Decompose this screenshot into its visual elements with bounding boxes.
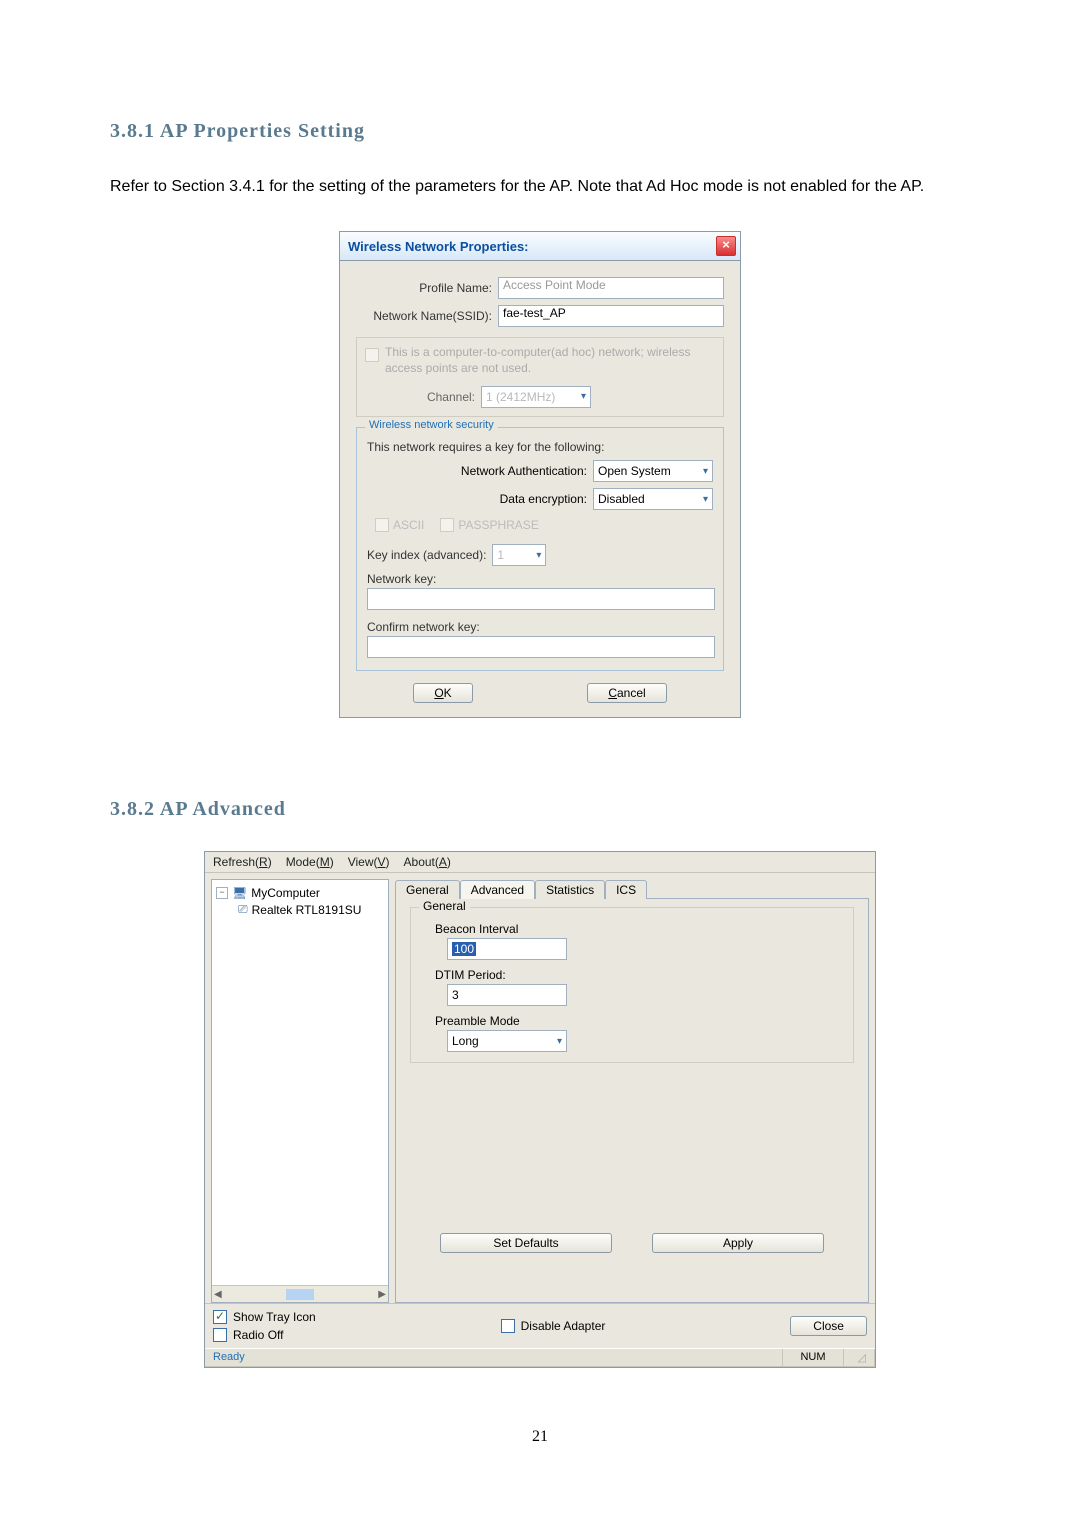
channel-select: 1 (2412MHz) ▾ <box>481 386 591 408</box>
apply-button[interactable]: Apply <box>652 1233 824 1253</box>
dtim-period-value: 3 <box>452 988 459 1002</box>
computer-icon: 🖥 <box>232 886 247 900</box>
ssid-input[interactable]: fae-test_AP <box>498 305 724 327</box>
close-button[interactable]: Close <box>790 1316 867 1336</box>
tab-ics[interactable]: ICS <box>605 880 647 899</box>
ascii-label: ASCII <box>393 518 424 532</box>
bottom-strip: ✓ Show Tray Icon Radio Off Disable Adapt… <box>205 1303 875 1348</box>
beacon-interval-input[interactable]: 100 <box>447 938 567 960</box>
radio-off-label: Radio Off <box>233 1328 283 1342</box>
scroll-left-icon[interactable]: ◀ <box>214 1289 222 1300</box>
ascii-checkbox: ASCII <box>375 518 424 532</box>
chevron-down-icon: ▾ <box>575 389 586 405</box>
menu-refresh[interactable]: Refresh(R) <box>213 855 272 869</box>
scroll-right-icon[interactable]: ▶ <box>378 1289 386 1300</box>
cancel-button[interactable]: Cancel <box>587 683 666 703</box>
adhoc-checkbox-group: This is a computer-to-computer(ad hoc) n… <box>356 337 724 417</box>
tab-statistics[interactable]: Statistics <box>535 880 605 899</box>
wireless-security-fieldset: Wireless network security This network r… <box>356 427 724 671</box>
menubar: Refresh(R) Mode(M) View(V) About(A) <box>205 852 875 873</box>
ssid-label: Network Name(SSID): <box>356 309 498 323</box>
data-encryption-value: Disabled <box>598 492 645 506</box>
chevron-down-icon[interactable]: ▾ <box>697 466 708 477</box>
network-key-label: Network key: <box>367 572 713 586</box>
general-group: General Beacon Interval 100 DTIM Period:… <box>410 907 854 1063</box>
preamble-mode-label: Preamble Mode <box>435 1014 853 1028</box>
beacon-interval-value: 100 <box>452 942 476 956</box>
passphrase-checkbox: PASSPHRASE <box>440 518 538 532</box>
dialog-titlebar: Wireless Network Properties: × <box>340 232 740 261</box>
ap-advanced-window: Refresh(R) Mode(M) View(V) About(A) − 🖥 … <box>204 851 876 1368</box>
profile-name-input: Access Point Mode <box>498 277 724 299</box>
dtim-period-label: DTIM Period: <box>435 968 853 982</box>
tree-h-scrollbar[interactable]: ◀ ▶ <box>212 1285 388 1302</box>
key-index-select: 1 ▾ <box>492 544 546 566</box>
menu-view[interactable]: View(V) <box>348 855 390 869</box>
data-encryption-label: Data encryption: <box>367 492 593 506</box>
status-ready: Ready <box>205 1349 783 1367</box>
general-group-legend: General <box>419 899 470 913</box>
disable-adapter-checkbox[interactable]: Disable Adapter <box>501 1319 606 1333</box>
adapter-icon: ⎚ <box>238 902 248 917</box>
confirm-key-input[interactable] <box>367 636 715 658</box>
section-heading-382: 3.8.2 AP Advanced <box>110 798 970 821</box>
key-index-value: 1 <box>497 548 504 562</box>
resize-grip-icon[interactable]: ◿ <box>844 1349 875 1367</box>
cancel-rest: ancel <box>617 686 646 700</box>
checkbox-unchecked-icon <box>213 1328 227 1342</box>
section-paragraph-381: Refer to Section 3.4.1 for the setting o… <box>110 173 970 201</box>
ok-button[interactable]: OK <box>413 683 472 703</box>
show-tray-label: Show Tray Icon <box>233 1310 316 1324</box>
show-tray-icon-checkbox[interactable]: ✓ Show Tray Icon <box>213 1310 316 1324</box>
disable-adapter-label: Disable Adapter <box>521 1319 606 1333</box>
chevron-down-icon[interactable]: ▾ <box>697 494 708 505</box>
channel-value: 1 (2412MHz) <box>486 389 555 405</box>
security-hint: This network requires a key for the foll… <box>367 440 713 454</box>
tab-bar: General Advanced Statistics ICS <box>395 879 869 899</box>
tree-root-label: MyComputer <box>251 886 320 900</box>
network-auth-value: Open System <box>598 464 671 478</box>
key-index-label: Key index (advanced): <box>367 548 486 562</box>
chevron-down-icon: ▾ <box>530 550 541 561</box>
dtim-period-input[interactable]: 3 <box>447 984 567 1006</box>
adhoc-description: This is a computer-to-computer(ad hoc) n… <box>385 344 715 376</box>
chevron-down-icon[interactable]: ▾ <box>557 1036 562 1047</box>
tree-child[interactable]: ⎚ Realtek RTL8191SU <box>216 902 384 917</box>
advanced-tab-content: General Beacon Interval 100 DTIM Period:… <box>395 899 869 1303</box>
dialog-title: Wireless Network Properties: <box>348 239 529 254</box>
channel-label: Channel: <box>385 389 481 405</box>
tree-child-label: Realtek RTL8191SU <box>252 903 362 917</box>
checkbox-checked-icon: ✓ <box>213 1310 227 1324</box>
set-defaults-button[interactable]: Set Defaults <box>440 1233 612 1253</box>
tab-general[interactable]: General <box>395 880 460 899</box>
security-legend: Wireless network security <box>365 419 498 431</box>
checkbox-unchecked-icon <box>501 1319 515 1333</box>
menu-mode[interactable]: Mode(M) <box>286 855 334 869</box>
profile-name-label: Profile Name: <box>356 281 498 295</box>
ok-rest: K <box>444 686 452 700</box>
network-auth-label: Network Authentication: <box>367 464 593 478</box>
device-tree[interactable]: − 🖥 MyComputer ⎚ Realtek RTL8191SU ◀ ▶ <box>211 879 389 1303</box>
adhoc-checkbox <box>365 348 379 362</box>
tab-advanced[interactable]: Advanced <box>460 880 535 899</box>
collapse-icon[interactable]: − <box>216 887 228 899</box>
status-bar: Ready NUM ◿ <box>205 1348 875 1367</box>
close-icon[interactable]: × <box>716 236 736 256</box>
status-num: NUM <box>783 1349 844 1367</box>
page-number: 21 <box>110 1428 970 1446</box>
network-key-input[interactable] <box>367 588 715 610</box>
tree-root[interactable]: − 🖥 MyComputer <box>216 886 384 900</box>
network-auth-select[interactable]: Open System ▾ <box>593 460 713 482</box>
beacon-interval-label: Beacon Interval <box>435 922 853 936</box>
radio-off-checkbox[interactable]: Radio Off <box>213 1328 316 1342</box>
passphrase-label: PASSPHRASE <box>458 518 538 532</box>
wireless-properties-dialog: Wireless Network Properties: × Profile N… <box>339 231 741 718</box>
preamble-mode-value: Long <box>452 1034 479 1048</box>
menu-about[interactable]: About(A) <box>404 855 451 869</box>
preamble-mode-select[interactable]: Long ▾ <box>447 1030 567 1052</box>
confirm-key-label: Confirm network key: <box>367 620 713 634</box>
data-encryption-select[interactable]: Disabled ▾ <box>593 488 713 510</box>
section-heading-381: 3.8.1 AP Properties Setting <box>110 120 970 143</box>
